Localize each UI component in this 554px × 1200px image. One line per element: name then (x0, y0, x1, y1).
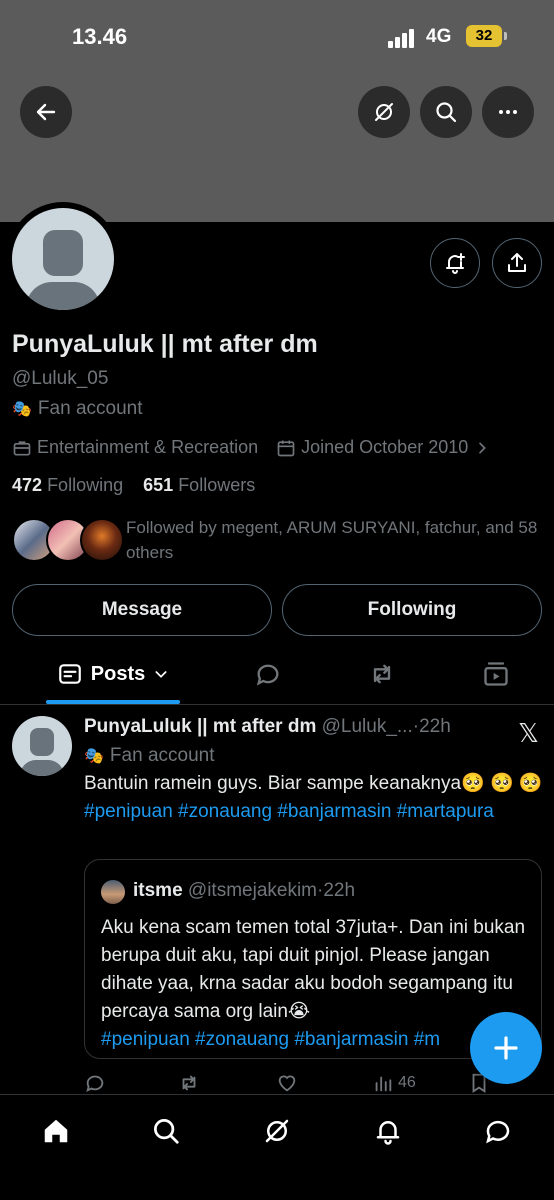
battery-icon: 32 (466, 25, 502, 47)
media-icon (484, 662, 508, 686)
following-count: 472 (12, 475, 43, 495)
chevron-down-icon (155, 671, 167, 678)
share-icon (508, 253, 526, 272)
status-time: 13.46 (72, 24, 128, 49)
compose-button[interactable] (470, 1012, 542, 1084)
search-icon (436, 102, 457, 123)
tweet-avatar[interactable] (12, 716, 72, 776)
avatar (80, 518, 124, 562)
profile-avatar[interactable] (6, 202, 120, 316)
reply-icon (256, 664, 279, 686)
repost-icon (373, 664, 391, 684)
signal-icon (388, 28, 418, 48)
bell-plus-icon (446, 253, 465, 274)
followed-by-avatars[interactable] (12, 518, 124, 568)
masks-icon: 🎭 (84, 748, 104, 765)
views-icon (375, 1076, 392, 1092)
nav-notifications[interactable] (368, 1111, 408, 1151)
tab-media[interactable] (474, 645, 518, 703)
quote-author-name: itsme (133, 880, 183, 901)
tab-replies[interactable] (246, 645, 290, 703)
tweet-text: Bantuin ramein guys. Biar sampe keanakny… (84, 770, 544, 826)
notify-button[interactable] (430, 238, 480, 288)
views-count: 46 (398, 1074, 416, 1091)
tab-posts-label: Posts (90, 662, 146, 685)
default-avatar-icon (12, 208, 114, 310)
nav-home[interactable] (36, 1111, 76, 1151)
quote-avatar (101, 880, 125, 904)
chat-icon (486, 1120, 510, 1144)
plus-icon (494, 1036, 518, 1060)
nav-search[interactable] (146, 1111, 186, 1151)
grok-icon (375, 103, 393, 121)
nav-grok[interactable] (257, 1111, 297, 1151)
followers-count: 651 (143, 475, 174, 495)
views-button[interactable]: 46 (372, 1072, 416, 1094)
search-button[interactable] (420, 86, 472, 138)
quoted-tweet[interactable]: itsme @itsmejakekim·22h Aku kena scam te… (84, 859, 542, 1059)
following-button[interactable]: Following (282, 584, 542, 636)
profile-name: PunyaLuluk || mt after dm (12, 330, 318, 358)
back-button[interactable] (20, 86, 72, 138)
home-icon (44, 1119, 68, 1143)
profile-handle: @Luluk_05 (12, 368, 109, 389)
following-label: Following (47, 475, 124, 495)
more-button[interactable] (482, 86, 534, 138)
profile-tabs: Posts (0, 645, 554, 705)
followers-link[interactable]: 651 Followers (143, 475, 255, 495)
posts-icon (58, 664, 81, 684)
following-link[interactable]: 472 Following (12, 475, 123, 495)
reply-icon (86, 1075, 104, 1093)
grok-button[interactable] (358, 86, 410, 138)
active-tab-indicator (46, 700, 180, 704)
repost-icon (182, 1075, 196, 1091)
tweet-body: Bantuin ramein guys. Biar sampe keanakny… (84, 773, 543, 794)
professional-category: Entertainment & Recreation (37, 437, 259, 457)
tweet-author-name[interactable]: PunyaLuluk || mt after dm (84, 716, 316, 737)
joined-date: Joined October 2010 (301, 437, 469, 457)
quote-meta: @itsmejakekim·22h (187, 880, 356, 901)
quote-body: Aku kena scam temen total 37juta+. Dan i… (101, 917, 526, 1022)
tweet-hashtags[interactable]: #penipuan #zonauang #banjarmasin #martap… (84, 801, 494, 822)
tab-posts[interactable]: Posts (46, 645, 180, 703)
calendar-icon (277, 440, 295, 456)
repost-button[interactable] (178, 1072, 200, 1094)
profile-meta: Entertainment & Recreation Joined Octobe… (12, 437, 495, 458)
tab-reposts[interactable] (360, 645, 404, 703)
network-type: 4G (426, 26, 452, 47)
profile-category: 🎭 Fan account (12, 398, 143, 420)
status-bar: 13.46 4G 32 (0, 0, 554, 76)
search-icon (154, 1119, 179, 1144)
x-logo-icon: 𝕏 (518, 718, 539, 748)
tweet-category: 🎭 Fan account (84, 745, 215, 767)
followers-label: Followers (178, 475, 256, 495)
quote-header: itsme @itsmejakekim·22h (133, 880, 355, 902)
reply-button[interactable] (84, 1072, 106, 1094)
bell-icon (376, 1121, 400, 1145)
share-button[interactable] (492, 238, 542, 288)
masks-icon: 🎭 (12, 401, 32, 418)
tweet-category-label: Fan account (109, 745, 215, 766)
tweet-meta: @Luluk_...·22h (321, 716, 451, 737)
heart-icon (278, 1075, 296, 1092)
message-button[interactable]: Message (12, 584, 272, 636)
follow-stats: 472 Following 651 Followers (12, 475, 255, 496)
nav-messages[interactable] (478, 1111, 518, 1151)
arrow-left-icon (36, 103, 56, 121)
battery-tip (504, 32, 507, 40)
chevron-right-icon[interactable] (474, 440, 490, 456)
bottom-nav (0, 1094, 554, 1200)
tweet-header: PunyaLuluk || mt after dm @Luluk_...·22h (84, 716, 451, 738)
like-button[interactable] (276, 1072, 298, 1094)
grok-icon (265, 1119, 289, 1143)
more-icon (499, 110, 517, 114)
quote-hashtags[interactable]: #penipuan #zonauang #banjarmasin #m (101, 1029, 440, 1050)
followed-by-text[interactable]: Followed by megent, ARUM SURYANI, fatchu… (126, 515, 546, 565)
category-label: Fan account (37, 398, 143, 419)
briefcase-icon (13, 440, 31, 455)
